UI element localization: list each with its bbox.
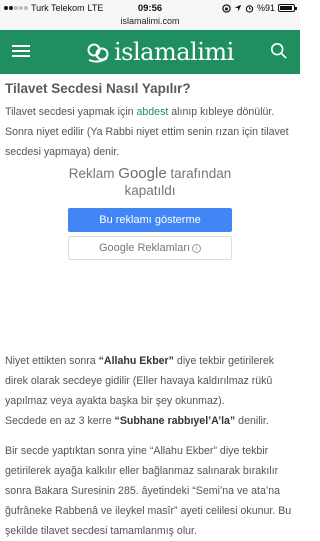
- article-paragraph-1: Tilavet secdesi yapmak için abdest alını…: [5, 102, 297, 122]
- browser-url[interactable]: islamalimi.com: [0, 16, 300, 26]
- ad-closed-label: Reklam Google tarafından kapatıldı: [58, 165, 242, 199]
- location-arrow-icon: [234, 4, 242, 12]
- p3-text-a: Niyet ettikten sonra: [5, 355, 99, 367]
- dont-show-ad-button[interactable]: Bu reklamı gösterme: [68, 208, 232, 232]
- battery-icon: [278, 4, 297, 12]
- article-paragraph-3: Niyet ettikten sonra “Allahu Ekber” diye…: [5, 351, 297, 411]
- p3-bold: “Allahu Ekber”: [98, 355, 174, 367]
- article-title: Tilavet Secdesi Nasıl Yapılır?: [5, 81, 191, 96]
- site-logo[interactable]: islamalimi: [86, 38, 234, 66]
- p4-text-a: Secdede en az 3 kerre: [5, 415, 115, 427]
- screen-lock-icon: [222, 3, 231, 13]
- info-icon: i: [192, 244, 202, 253]
- ad-label-a: Reklam: [68, 166, 119, 181]
- site-header: islamalimi: [0, 30, 300, 74]
- logo-text: islamalimi: [114, 38, 234, 66]
- logo-mark-icon: [87, 43, 109, 63]
- battery-level-fill: [280, 6, 292, 10]
- battery-percent: %91: [256, 3, 275, 13]
- p4-bold: “Subhane rabbıyel’A’la”: [114, 415, 236, 427]
- p1-text-a: Tilavet secdesi yapmak için: [5, 106, 137, 118]
- google-ads-label: Google Reklamları: [98, 242, 191, 254]
- abdest-link[interactable]: abdest: [137, 106, 169, 118]
- hamburger-menu-icon[interactable]: [12, 42, 30, 60]
- article-paragraph-4: Secdede en az 3 kerre “Subhane rabbıyel’…: [5, 411, 297, 431]
- p4-text-b: denilir.: [235, 415, 269, 427]
- status-right: %91: [222, 3, 297, 13]
- p1-text-b: alınıp kıbleye dönülür.: [168, 106, 275, 118]
- article-bottom: Bir secde yaptıktan sonra yine “Allahu E…: [5, 441, 297, 541]
- status-bar: Turk Telekom LTE 09:56 %91 islamalimi.co…: [0, 0, 300, 30]
- google-wordmark: Google: [118, 165, 167, 182]
- article-paragraph-5: Bir secde yaptıktan sonra yine “Allahu E…: [5, 445, 292, 537]
- closed-ad-panel: Reklam Google tarafından kapatıldı Bu re…: [58, 165, 242, 265]
- article-paragraph-2: Sonra niyet edilir (Ya Rabbi niyet ettim…: [5, 126, 289, 158]
- article-top: Tilavet Secdesi Nasıl Yapılır? Tilavet s…: [5, 74, 297, 162]
- search-icon[interactable]: [270, 42, 288, 60]
- article-middle: Niyet ettikten sonra “Allahu Ekber” diye…: [5, 351, 297, 431]
- google-ads-button[interactable]: Google Reklamları i: [68, 236, 232, 260]
- alarm-icon: [245, 4, 254, 13]
